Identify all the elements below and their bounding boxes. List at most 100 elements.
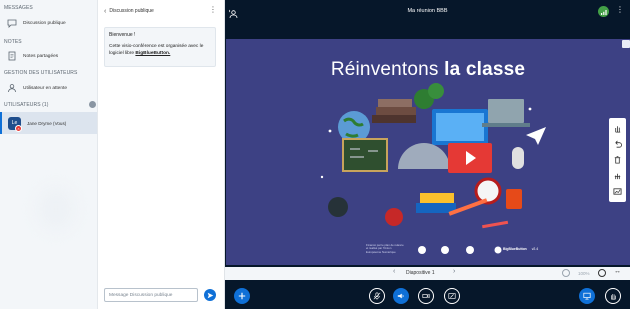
- welcome-message: Bienvenue ! Cette visio-conférence est o…: [104, 27, 216, 67]
- mute-microphone-button[interactable]: [369, 288, 385, 304]
- zoom-in-icon[interactable]: [598, 269, 606, 277]
- raise-hand-button[interactable]: [605, 288, 621, 304]
- user-list-panel: MESSAGES Discussion publique NOTES Notes…: [0, 0, 98, 309]
- slide-illustration: [320, 83, 546, 254]
- partner-logo-shape: [418, 246, 426, 254]
- pen-shape: [482, 220, 509, 229]
- hand-pan-tool-icon[interactable]: [612, 123, 623, 134]
- leave-audio-button[interactable]: [393, 288, 409, 304]
- public-chat-label: Discussion publique: [23, 20, 66, 26]
- welcome-body: Cette visio-conférence est organisée ave…: [109, 44, 211, 57]
- users-section-title: UTILISATEURS (1): [4, 102, 49, 108]
- current-user-item[interactable]: Le × Jane Dryme (Vous): [0, 112, 97, 134]
- main-area: Ma réunion BBB ⋮ Réinventons la classe F…: [225, 0, 630, 309]
- bbb-version-label: v2.4: [531, 247, 539, 251]
- meeting-title: Ma réunion BBB: [407, 8, 448, 14]
- apple-shape: [385, 208, 403, 226]
- bbb-app: MESSAGES Discussion publique NOTES Notes…: [0, 0, 630, 309]
- restore-presentation-button[interactable]: [579, 288, 595, 304]
- monitor-screen: [436, 113, 484, 141]
- user-icon: [6, 82, 18, 94]
- connection-status-button[interactable]: [598, 6, 609, 17]
- microphone-shape: [512, 147, 524, 169]
- chat-message-input[interactable]: Message Discussion publique: [104, 288, 198, 302]
- slide-credits: Financé par le plan de relance et réalis…: [366, 243, 404, 254]
- plus-icon: [238, 292, 246, 300]
- star-shape: [528, 107, 532, 111]
- whiteboard-toolbar: [609, 118, 626, 202]
- bbb-logo-shape: [494, 246, 502, 254]
- chalkboard-shape: [342, 138, 388, 172]
- headphones-shape: [328, 197, 348, 217]
- star-shape: [328, 129, 332, 133]
- microphone-off-icon: [373, 292, 381, 300]
- speaker-icon: [397, 293, 404, 299]
- chat-header: ‹ Discussion publique ⋮: [98, 0, 225, 22]
- chat-panel: ‹ Discussion publique ⋮ Bienvenue ! Cett…: [98, 0, 225, 309]
- send-icon: [207, 292, 213, 298]
- presentation-chart-icon[interactable]: [612, 186, 623, 197]
- messages-section-title: MESSAGES: [4, 5, 33, 11]
- notes-icon: [6, 50, 18, 62]
- waiting-users-item[interactable]: Utilisateur en attente: [0, 79, 97, 97]
- partner-logo-shape: [466, 246, 474, 254]
- book-shape: [378, 99, 412, 107]
- paper-plane-shape: [526, 127, 546, 145]
- zoom-level[interactable]: 100%: [578, 271, 590, 276]
- slide-navigation-bar: ‹ Diapositive 1 › 100% ↔: [225, 267, 630, 280]
- options-menu-kebab-icon[interactable]: ⋮: [616, 5, 624, 15]
- chat-input-placeholder: Message Discussion publique: [109, 292, 173, 298]
- signal-bars-icon: [600, 10, 607, 15]
- presentation-icon: [583, 292, 591, 300]
- chevron-left-icon[interactable]: ‹: [104, 8, 106, 15]
- star-shape: [320, 175, 324, 179]
- user-management-section-title: GESTION DES UTILISATEURS: [4, 70, 78, 76]
- plant-shape: [428, 83, 444, 99]
- laptop-shape: [488, 99, 524, 123]
- multi-user-pen-icon[interactable]: [612, 170, 623, 181]
- slide-selector[interactable]: Diapositive 1: [406, 270, 435, 276]
- action-bar: [225, 280, 630, 309]
- waiting-users-label: Utilisateur en attente: [23, 85, 67, 91]
- fullscreen-icon[interactable]: [622, 40, 630, 48]
- share-webcam-button[interactable]: [418, 288, 434, 304]
- background-decoration: [38, 188, 74, 230]
- actions-button[interactable]: [234, 288, 250, 304]
- book-shape: [420, 193, 454, 203]
- laptop-base: [482, 123, 530, 127]
- slide-logo-text: BigBlueButton v2.4: [503, 247, 538, 251]
- presentation-slide: Réinventons la classe Financé par le pla…: [226, 39, 630, 265]
- book-shape: [376, 107, 416, 115]
- top-bar: Ma réunion BBB ⋮: [225, 0, 630, 25]
- notes-section-title: NOTES: [4, 39, 22, 45]
- muted-badge-icon: ×: [15, 124, 22, 132]
- fit-to-width-icon[interactable]: ↔: [614, 268, 621, 275]
- clock-shape: [474, 177, 502, 205]
- mug-shape: [506, 189, 522, 209]
- chat-bubble-icon: [6, 17, 18, 29]
- bigbluebutton-link[interactable]: BigBlueButton.: [135, 51, 170, 56]
- zoom-out-icon[interactable]: [562, 269, 570, 277]
- user-name: Jane Dryme (Vous): [27, 120, 67, 126]
- video-camera-icon: [422, 293, 430, 299]
- chat-title[interactable]: Discussion publique: [109, 8, 153, 14]
- user-options-gear-icon[interactable]: [89, 101, 96, 108]
- chat-options-kebab-icon[interactable]: ⋮: [209, 5, 217, 15]
- protractor-shape: [398, 143, 450, 169]
- undo-icon[interactable]: [612, 139, 623, 150]
- shared-notes-item[interactable]: Notes partagées: [0, 47, 97, 65]
- avatar: Le ×: [8, 116, 22, 132]
- public-chat-item[interactable]: Discussion publique: [0, 14, 97, 32]
- next-slide-chevron-icon[interactable]: ›: [453, 268, 455, 275]
- bbb-logo-label: BigBlueButton: [503, 247, 527, 251]
- share-screen-button[interactable]: [444, 288, 460, 304]
- welcome-title: Bienvenue !: [109, 32, 136, 38]
- book-shape: [372, 115, 416, 123]
- screen-share-icon: [448, 293, 456, 299]
- previous-slide-chevron-icon[interactable]: ‹: [393, 268, 395, 275]
- partner-logo-shape: [441, 246, 449, 254]
- shared-notes-label: Notes partagées: [23, 53, 59, 59]
- hand-icon: [611, 294, 616, 300]
- send-message-button[interactable]: [204, 289, 216, 301]
- trash-icon[interactable]: [612, 154, 623, 165]
